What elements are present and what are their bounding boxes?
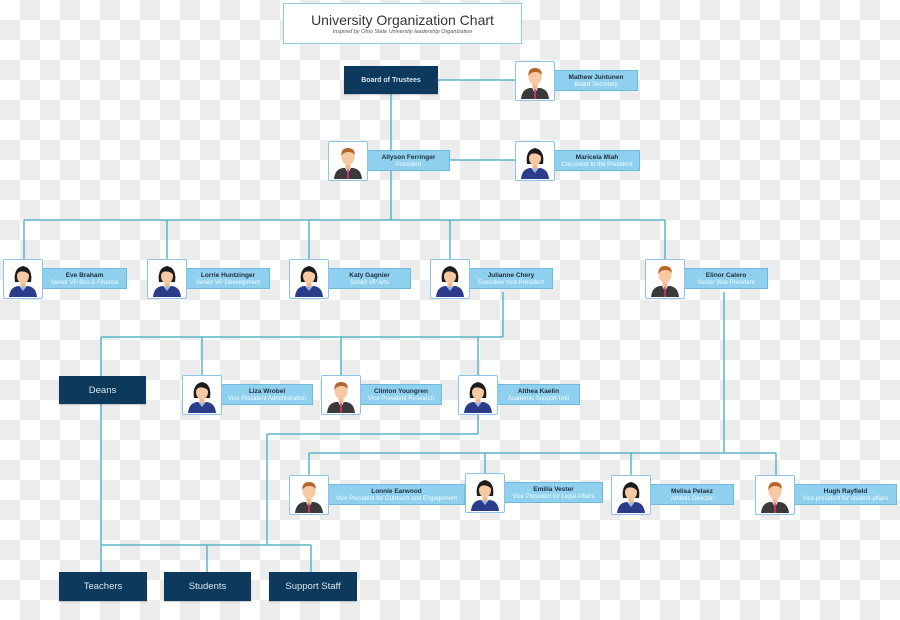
- person-name: Maricela Miah: [575, 154, 619, 161]
- person-name: Lonnie Earwood: [371, 488, 422, 495]
- person-name: Lorrie Huntzinger: [200, 272, 256, 279]
- person-role: Athletic Director: [670, 496, 714, 502]
- person-role: Senior VP Bus & Finance: [50, 280, 119, 286]
- person-role: Academic Support Unit: [507, 396, 570, 402]
- person-label: Eve Braham Senior VP Bus & Finance: [43, 268, 127, 289]
- female-avatar-icon: [611, 475, 651, 515]
- person-name: Hugh Rayfield: [823, 488, 868, 495]
- person-label: Melisa Pelaez Athletic Director: [651, 484, 734, 505]
- person-label: Emilia Vester Vice President for Legal A…: [505, 482, 603, 503]
- person-name: Julianne Chery: [487, 272, 535, 279]
- person-name: Clinton Youngren: [374, 388, 428, 395]
- person-name: Mathew Juntunen: [568, 74, 624, 81]
- unit-support-staff[interactable]: Support Staff: [269, 572, 357, 601]
- chart-subtitle: Inspired by Ohio State University leader…: [332, 29, 473, 35]
- male-avatar-icon: [321, 375, 361, 415]
- person-role: Board Secretary: [574, 82, 618, 88]
- person-name: Eve Braham: [65, 272, 104, 279]
- person-role: Senior VP Arts: [350, 280, 389, 286]
- person-label: Hugh Rayfield Vice president for student…: [795, 484, 897, 505]
- person-name: Melisa Pelaez: [671, 488, 713, 495]
- person-label: Lonnie Earwood Vice President for Outrea…: [329, 484, 465, 505]
- female-avatar-icon: [3, 259, 43, 299]
- person-name: Allyson Ferringer: [381, 154, 436, 161]
- person-label: Maricela Miah Counselor to the President: [555, 150, 640, 171]
- person-role: President: [395, 162, 422, 168]
- person-role: Vice president for student affairs: [802, 496, 889, 502]
- female-avatar-icon: [430, 259, 470, 299]
- person-role: Vice President for Outreach and Engageme…: [336, 496, 457, 502]
- male-avatar-icon: [515, 61, 555, 101]
- person-role: Executive Vice President: [477, 280, 545, 286]
- person-name: Liza Wrobel: [248, 388, 286, 395]
- connector-lines: [23, 79, 777, 572]
- person-role: Vice President for Legal Affairs: [512, 494, 595, 500]
- person-role: Senior VP Development: [196, 280, 260, 286]
- person-name: Elinor Calero: [705, 272, 747, 279]
- person-label: Clinton Youngren Vice President Research: [361, 384, 442, 405]
- person-role: Senior Vice President: [697, 280, 755, 286]
- male-avatar-icon: [328, 141, 368, 181]
- chart-title-box: University Organization Chart Inspired b…: [283, 3, 522, 44]
- unit-teachers[interactable]: Teachers: [59, 572, 147, 601]
- person-label: Liza Wrobel Vice President Administratio…: [222, 384, 313, 405]
- person-label: Lorrie Huntzinger Senior VP Development: [187, 268, 270, 289]
- person-role: Counselor to the President: [561, 162, 633, 168]
- female-avatar-icon: [515, 141, 555, 181]
- person-name: Emilia Vester: [533, 486, 574, 493]
- person-role: Vice President Research: [368, 396, 434, 402]
- chart-title: University Organization Chart: [311, 12, 494, 28]
- person-role: Vice President Administration: [228, 396, 306, 402]
- male-avatar-icon: [755, 475, 795, 515]
- person-label: Mathew Juntunen Board Secretary: [555, 70, 638, 91]
- female-avatar-icon: [465, 473, 505, 513]
- unit-students[interactable]: Students: [164, 572, 251, 601]
- person-name: Katy Gagnier: [349, 272, 390, 279]
- unit-board-of-trustees[interactable]: Board of Trustees: [344, 66, 438, 94]
- person-label: Elinor Calero Senior Vice President: [685, 268, 768, 289]
- person-label: Allyson Ferringer President: [368, 150, 450, 171]
- unit-deans[interactable]: Deans: [59, 376, 146, 404]
- person-label: Althea Kaelin Academic Support Unit: [498, 384, 580, 405]
- person-label: Katy Gagnier Senior VP Arts: [329, 268, 411, 289]
- female-avatar-icon: [147, 259, 187, 299]
- female-avatar-icon: [458, 375, 498, 415]
- person-label: Julianne Chery Executive Vice President: [470, 268, 553, 289]
- female-avatar-icon: [289, 259, 329, 299]
- male-avatar-icon: [289, 475, 329, 515]
- male-avatar-icon: [645, 259, 685, 299]
- person-name: Althea Kaelin: [517, 388, 560, 395]
- female-avatar-icon: [182, 375, 222, 415]
